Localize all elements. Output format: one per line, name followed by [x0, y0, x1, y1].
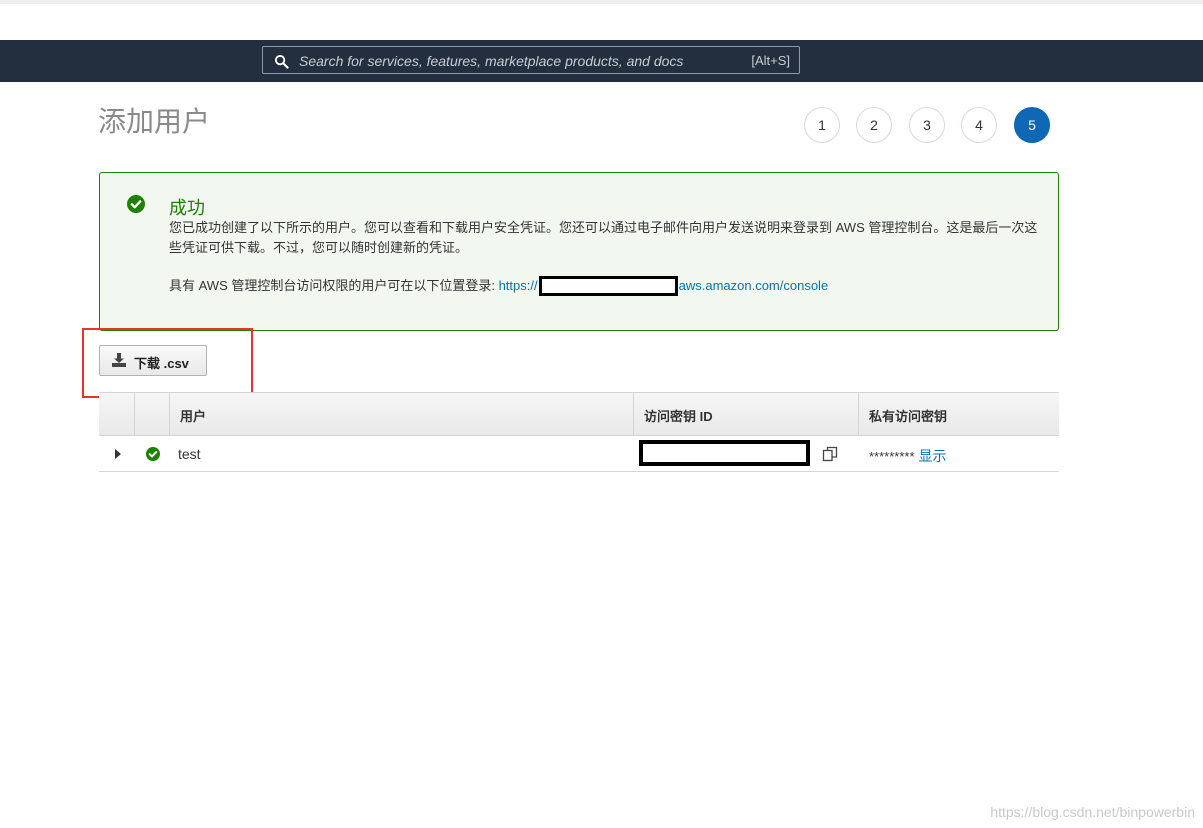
page-title: 添加用户	[98, 106, 211, 137]
download-csv-button[interactable]: 下载 .csv	[99, 345, 207, 376]
login-url-end: aws.amazon.com/console	[678, 278, 829, 293]
console-login-line: 具有 AWS 管理控制台访问权限的用户可在以下位置登录: https:// aws…	[169, 275, 829, 296]
top-navbar: Search for services, features, marketpla…	[0, 40, 1203, 82]
header-user[interactable]: 用户	[169, 393, 633, 435]
download-csv-label: 下载 .csv	[134, 356, 189, 371]
alert-title: 成功	[169, 198, 205, 218]
show-secret-link[interactable]: 显示	[919, 448, 947, 464]
login-url-start: https://	[498, 278, 538, 293]
redacted-access-key-id	[639, 440, 810, 466]
row-success-icon	[146, 447, 160, 461]
download-icon	[112, 353, 126, 367]
cell-secret-key: ********* 显示	[869, 446, 947, 466]
step-1[interactable]: 1	[804, 107, 840, 143]
login-prefix: 具有 AWS 管理控制台访问权限的用户可在以下位置登录:	[169, 278, 499, 293]
step-2[interactable]: 2	[856, 107, 892, 143]
expand-row-icon[interactable]	[113, 448, 123, 460]
search-icon	[274, 54, 289, 69]
secret-masked: *********	[869, 449, 915, 464]
header-expand-col	[99, 393, 134, 435]
step-4[interactable]: 4	[961, 107, 997, 143]
copy-icon[interactable]	[822, 446, 838, 462]
header-access-key-id[interactable]: 访问密钥 ID	[633, 393, 858, 435]
header-secret-access-key[interactable]: 私有访问密钥	[858, 393, 1059, 435]
search-input[interactable]: Search for services, features, marketpla…	[262, 46, 800, 74]
step-3[interactable]: 3	[909, 107, 945, 143]
redacted-account-id	[538, 276, 678, 296]
cell-user-name: test	[178, 446, 201, 462]
success-alert: 成功 您已成功创建了以下所示的用户。您可以查看和下载用户安全凭证。您还可以通过电…	[99, 172, 1059, 331]
table-header: 用户 访问密钥 ID 私有访问密钥	[99, 392, 1059, 436]
header-status-col	[134, 393, 169, 435]
search-placeholder: Search for services, features, marketpla…	[299, 53, 684, 69]
search-shortcut-hint: [Alt+S]	[751, 53, 790, 68]
step-5-current[interactable]: 5	[1014, 107, 1050, 143]
table-row: test ********* 显示	[99, 436, 1059, 472]
success-check-icon	[127, 195, 145, 213]
top-strip	[0, 0, 1203, 4]
alert-description: 您已成功创建了以下所示的用户。您可以查看和下载用户安全凭证。您还可以通过电子邮件…	[169, 220, 1038, 255]
console-login-link[interactable]: https:// aws.amazon.com/console	[498, 276, 829, 296]
watermark: https://blog.csdn.net/binpowerbin	[990, 804, 1195, 820]
